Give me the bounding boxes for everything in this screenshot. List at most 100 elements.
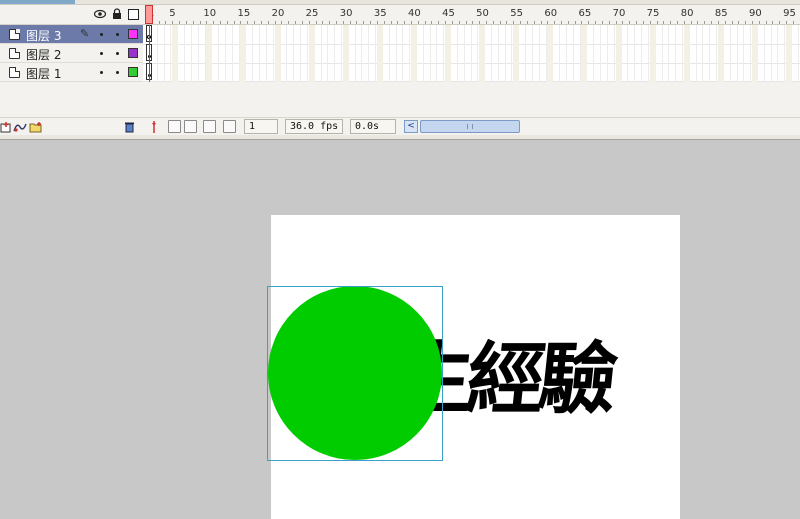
outline-icon[interactable]: [127, 8, 139, 20]
frame-cell-divider: [491, 25, 492, 82]
ruler-tick: [226, 21, 228, 24]
insert-layer-icon[interactable]: [0, 120, 12, 133]
lock-dot[interactable]: [116, 33, 119, 36]
ruler-tick: [158, 21, 160, 24]
ruler-tick: [281, 21, 283, 24]
ruler-tick: [308, 21, 310, 24]
center-frame-icon[interactable]: [148, 120, 160, 133]
ruler-tick: [397, 21, 399, 24]
ruler-tick: [574, 21, 576, 24]
trash-icon[interactable]: [123, 120, 135, 133]
edit-multiple-frames-button[interactable]: [203, 120, 216, 133]
frame-cell-divider: [172, 25, 179, 82]
ruler-tick: [676, 21, 678, 24]
ruler-tick: [417, 21, 419, 24]
eye-icon[interactable]: [94, 8, 106, 20]
ruler-tick: [267, 21, 269, 24]
frame-cell-divider: [763, 25, 765, 82]
frame-cell-divider: [470, 25, 472, 82]
frame-cell-divider: [751, 25, 758, 82]
ruler-tick: [765, 21, 767, 24]
frame-cell-divider: [206, 25, 213, 82]
ruler-tick: [656, 21, 658, 24]
frame-cell-divider: [225, 25, 227, 82]
layer-icon: [9, 67, 20, 78]
lock-icon[interactable]: [111, 8, 123, 20]
frame-cell-divider: [293, 25, 295, 82]
layer-row-3[interactable]: 图层 3 ✎: [0, 25, 143, 44]
timeline-empty-area: [0, 82, 800, 117]
layer-icon: [9, 48, 20, 59]
ruler-tick: [683, 21, 685, 24]
frame-cell-divider: [770, 25, 772, 82]
frame-ruler[interactable]: 15101520253035404550556065707580859095: [143, 5, 800, 25]
frames-grid[interactable]: [143, 25, 800, 82]
ruler-tick: [410, 21, 412, 24]
ruler-tick: [240, 21, 242, 24]
ruler-tick: [295, 21, 297, 24]
ruler-tick: [779, 21, 781, 24]
frame-cell-divider: [402, 25, 404, 82]
frame-cell-divider: [736, 25, 738, 82]
ruler-tick: [649, 21, 651, 24]
layer-color-swatch[interactable]: [128, 67, 138, 77]
visibility-dot[interactable]: [100, 33, 103, 36]
ruler-tick: [179, 21, 181, 24]
frame-rate-field[interactable]: 36.0 fps: [285, 119, 343, 134]
ruler-tick: [342, 21, 344, 24]
playhead[interactable]: [145, 5, 153, 24]
frame-cell-divider: [456, 25, 458, 82]
ruler-tick: [424, 21, 426, 24]
pencil-icon: ✎: [80, 27, 90, 40]
frame-cell-divider: [479, 25, 486, 82]
ruler-tick: [690, 21, 692, 24]
horizontal-scrollbar-thumb[interactable]: [420, 120, 520, 133]
scroll-left-button[interactable]: <: [404, 120, 418, 133]
onion-skin-outlines-button[interactable]: [184, 120, 197, 133]
selection-bounding-box: [267, 286, 443, 461]
layer-icon: [9, 29, 20, 40]
frame-cell-divider: [163, 25, 165, 82]
motion-guide-icon[interactable]: [13, 120, 27, 133]
visibility-dot[interactable]: [100, 71, 103, 74]
lock-dot[interactable]: [116, 52, 119, 55]
lock-dot[interactable]: [116, 71, 119, 74]
visibility-dot[interactable]: [100, 52, 103, 55]
timeline-toolbar: 1 36.0 fps 0.0s <: [0, 117, 800, 135]
ruler-label: 45: [442, 8, 455, 19]
ruler-tick: [520, 21, 522, 24]
ruler-tick: [547, 21, 549, 24]
frame-cell-divider: [388, 25, 390, 82]
layer-row-1[interactable]: 图层 1: [0, 63, 143, 82]
ruler-label: 5: [169, 8, 176, 19]
insert-folder-icon[interactable]: [29, 120, 43, 133]
ruler-tick: [567, 21, 569, 24]
ruler-tick: [717, 21, 719, 24]
ruler-tick: [622, 21, 624, 24]
frame-cell-divider: [709, 25, 711, 82]
frame-cell-divider: [327, 25, 329, 82]
current-frame-field: 1: [244, 119, 278, 134]
frame-cell-divider: [286, 25, 288, 82]
ruler-tick: [526, 21, 528, 24]
ruler-tick: [438, 21, 440, 24]
onion-skin-button[interactable]: [168, 120, 181, 133]
ruler-tick: [595, 21, 597, 24]
frame-cell-divider: [547, 25, 554, 82]
frame-cell-divider: [300, 25, 302, 82]
modify-onion-markers-button[interactable]: [223, 120, 236, 133]
ruler-tick: [329, 21, 331, 24]
ruler-tick: [288, 21, 290, 24]
ruler-tick: [465, 21, 467, 24]
ruler-tick: [199, 21, 201, 24]
ruler-tick: [697, 21, 699, 24]
ruler-label: 65: [578, 8, 592, 19]
ruler-tick: [704, 21, 706, 24]
layer-row-2[interactable]: 图层 2: [0, 44, 143, 63]
layer-color-swatch[interactable]: [128, 29, 138, 39]
elapsed-time-field: 0.0s: [350, 119, 396, 134]
layer-color-swatch[interactable]: [128, 48, 138, 58]
ruler-tick: [601, 21, 603, 24]
frame-cell-divider: [702, 25, 704, 82]
frame-cell-divider: [422, 25, 424, 82]
